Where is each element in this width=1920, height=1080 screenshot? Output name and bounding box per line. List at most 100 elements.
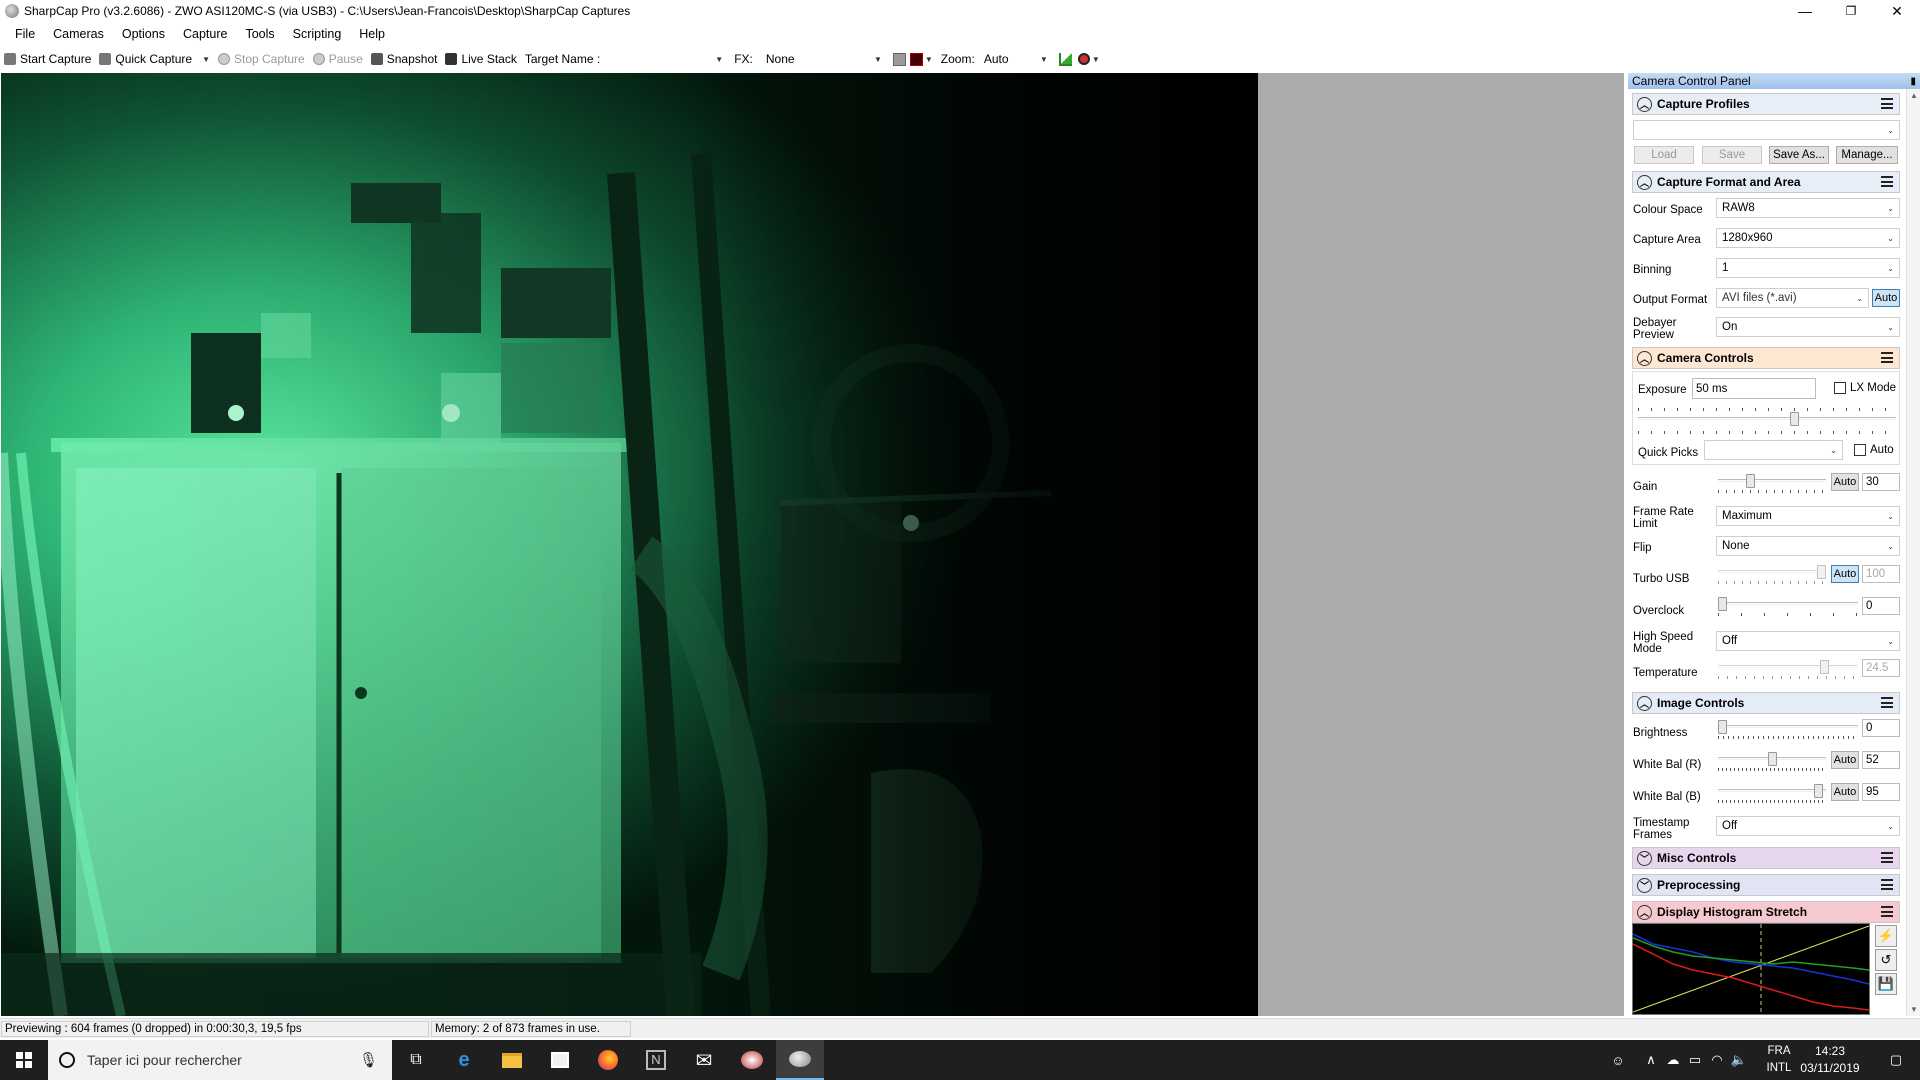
reset-icon[interactable]: ↺ <box>1875 949 1897 971</box>
taskbar-search-box[interactable]: Taper ici pour rechercher 🎙 <box>48 1040 392 1080</box>
exposure-slider[interactable] <box>1638 412 1896 427</box>
menu-icon[interactable] <box>1881 879 1893 890</box>
turbo-usb-input[interactable]: 100 <box>1862 565 1900 583</box>
scroll-down-icon[interactable]: ▼ <box>1907 1005 1920 1014</box>
menu-tools[interactable]: Tools <box>236 27 283 41</box>
onenote-icon[interactable]: N <box>632 1040 680 1080</box>
section-capture-profiles[interactable]: ︿ Capture Profiles <box>1632 93 1900 115</box>
menu-icon[interactable] <box>1881 98 1893 109</box>
save-icon[interactable]: 💾 <box>1875 973 1897 995</box>
dropdown-arrow-icon[interactable]: ▼ <box>925 55 933 64</box>
debayer-preview-select[interactable]: On ⌄ <box>1716 317 1900 337</box>
mail-icon[interactable]: ✉ <box>680 1040 728 1080</box>
edge-icon[interactable]: e <box>440 1040 488 1080</box>
slider-thumb[interactable] <box>1814 784 1823 798</box>
slider-thumb[interactable] <box>1718 597 1727 611</box>
menu-help[interactable]: Help <box>350 27 394 41</box>
people-icon[interactable]: ☺ <box>1604 1040 1632 1080</box>
white-bal-b-auto-button[interactable]: Auto <box>1831 783 1859 801</box>
slider-thumb[interactable] <box>1768 752 1777 766</box>
sharpcap-taskbar-icon[interactable] <box>776 1040 824 1080</box>
exposure-input[interactable]: 50 ms <box>1692 378 1816 399</box>
manage-button[interactable]: Manage... <box>1836 146 1898 164</box>
maximize-button[interactable]: ❐ <box>1828 0 1874 22</box>
section-preprocessing[interactable]: ﹀ Preprocessing <box>1632 874 1900 896</box>
turbo-usb-auto-button[interactable]: Auto <box>1831 565 1859 583</box>
collapse-icon[interactable]: ︿ <box>1637 904 1652 920</box>
timestamp-select[interactable]: Off ⌄ <box>1716 816 1900 836</box>
save-as-button[interactable]: Save As... <box>1769 146 1829 164</box>
weather-app-icon[interactable] <box>728 1040 776 1080</box>
expand-icon[interactable]: ﹀ <box>1637 877 1652 893</box>
overclock-input[interactable]: 0 <box>1862 597 1900 615</box>
quick-capture-button[interactable]: Quick Capture ▼ <box>95 52 214 66</box>
white-bal-r-auto-button[interactable]: Auto <box>1831 751 1859 769</box>
menu-scripting[interactable]: Scripting <box>284 27 351 41</box>
file-explorer-icon[interactable] <box>488 1040 536 1080</box>
menu-icon[interactable] <box>1881 352 1893 363</box>
wifi-icon[interactable]: ◠ <box>1706 1040 1728 1080</box>
sharpcap-app-icon[interactable] <box>5 4 19 18</box>
task-view-icon[interactable]: ⧉ <box>392 1040 440 1080</box>
overclock-slider[interactable] <box>1718 597 1858 616</box>
slider-thumb[interactable] <box>1746 474 1755 488</box>
expand-icon[interactable]: ﹀ <box>1637 850 1652 866</box>
microphone-icon[interactable]: 🎙 <box>359 1051 378 1069</box>
menu-icon[interactable] <box>1881 176 1893 187</box>
onedrive-icon[interactable]: ☁ <box>1662 1040 1684 1080</box>
lx-mode-checkbox[interactable]: LX Mode <box>1834 382 1896 394</box>
dropdown-arrow-icon[interactable]: ▼ <box>1092 55 1100 64</box>
quick-picks-auto-checkbox[interactable]: Auto <box>1854 444 1894 456</box>
reticle-icon[interactable] <box>892 52 906 66</box>
show-hidden-icons[interactable]: ∧ <box>1640 1040 1662 1080</box>
section-histogram-stretch[interactable]: ︿ Display Histogram Stretch <box>1632 901 1900 923</box>
firefox-icon[interactable] <box>584 1040 632 1080</box>
focus-overlay-icon[interactable] <box>909 52 923 66</box>
section-misc-controls[interactable]: ﹀ Misc Controls <box>1632 847 1900 869</box>
frame-rate-select[interactable]: Maximum ⌄ <box>1716 506 1900 526</box>
high-speed-select[interactable]: Off ⌄ <box>1716 631 1900 651</box>
colour-space-select[interactable]: RAW8 ⌄ <box>1716 198 1900 218</box>
white-bal-b-slider[interactable] <box>1718 784 1826 803</box>
menu-icon[interactable] <box>1881 852 1893 863</box>
section-image-controls[interactable]: ︿ Image Controls <box>1632 692 1900 714</box>
collapse-icon[interactable]: ︿ <box>1637 695 1652 711</box>
section-camera-controls[interactable]: ︿ Camera Controls <box>1632 347 1900 369</box>
scroll-up-icon[interactable]: ▲ <box>1907 91 1920 100</box>
zoom-select[interactable]: Auto ▼ <box>981 51 1051 68</box>
white-bal-b-input[interactable]: 95 <box>1862 783 1900 801</box>
start-capture-button[interactable]: Start Capture <box>0 52 95 66</box>
menu-capture[interactable]: Capture <box>174 27 236 41</box>
pause-button[interactable]: Pause <box>309 52 367 66</box>
battery-icon[interactable]: ▭ <box>1684 1040 1706 1080</box>
flip-select[interactable]: None ⌄ <box>1716 536 1900 556</box>
snapshot-button[interactable]: Snapshot <box>367 52 442 66</box>
action-center-icon[interactable]: ▢ <box>1876 1040 1916 1080</box>
gain-auto-button[interactable]: Auto <box>1831 473 1859 491</box>
camera-preview-image[interactable] <box>1 73 1258 1016</box>
slider-thumb[interactable] <box>1718 720 1727 734</box>
output-format-select[interactable]: AVI files (*.avi) ⌄ <box>1716 288 1869 308</box>
stop-capture-button[interactable]: Stop Capture <box>214 52 309 66</box>
histogram-display[interactable] <box>1632 923 1870 1015</box>
histogram-icon[interactable] <box>1058 52 1072 66</box>
brightness-slider[interactable] <box>1718 720 1858 739</box>
collapse-icon[interactable]: ︿ <box>1637 350 1652 366</box>
menu-icon[interactable] <box>1881 697 1893 708</box>
menu-options[interactable]: Options <box>113 27 174 41</box>
close-button[interactable]: ✕ <box>1874 0 1920 22</box>
system-clock[interactable]: 14:23 03/11/2019 <box>1800 1043 1860 1077</box>
magnifier-icon[interactable] <box>1077 53 1090 65</box>
load-button[interactable]: Load <box>1634 146 1694 164</box>
volume-icon[interactable]: 🔈 <box>1728 1040 1750 1080</box>
slider-thumb[interactable] <box>1790 412 1799 426</box>
menu-file[interactable]: File <box>0 27 44 41</box>
save-button[interactable]: Save <box>1702 146 1762 164</box>
target-name-combo[interactable]: ▼ <box>604 51 726 68</box>
quick-picks-select[interactable]: ⌄ <box>1704 440 1843 460</box>
auto-stretch-icon[interactable]: ⚡ <box>1875 925 1897 947</box>
dropdown-arrow-icon[interactable]: ▼ <box>202 55 210 64</box>
output-format-auto-button[interactable]: Auto <box>1872 289 1900 307</box>
panel-scrollbar[interactable]: ▲ ▼ <box>1906 89 1920 1016</box>
input-language-indicator[interactable]: FRA INTL <box>1760 1043 1798 1077</box>
